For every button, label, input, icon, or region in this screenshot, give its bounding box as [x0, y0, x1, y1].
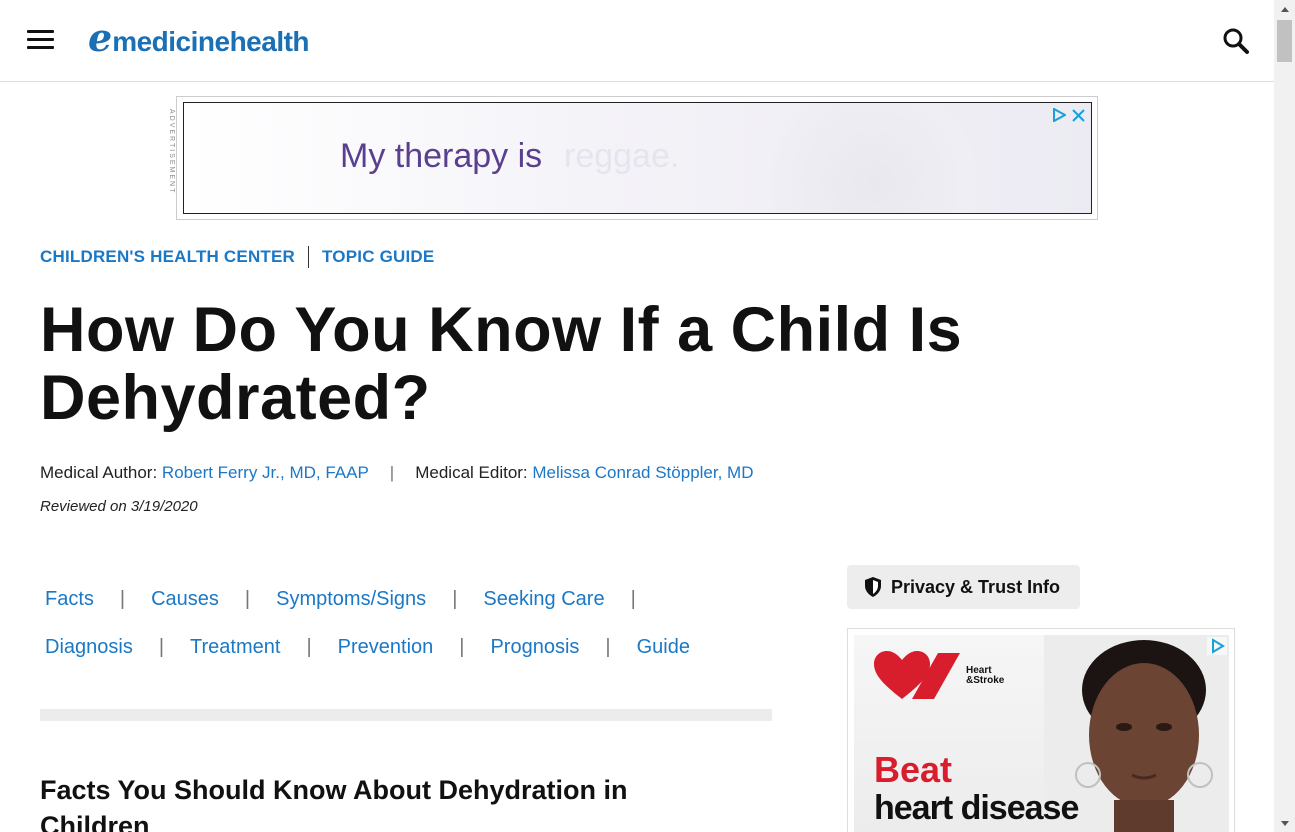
menu-icon[interactable] — [27, 30, 54, 50]
section-heading: Facts You Should Know About Dehydration … — [40, 775, 628, 832]
toc-causes[interactable]: Causes — [151, 588, 219, 611]
breadcrumb-divider — [308, 246, 310, 268]
reviewed-date: Reviewed on 3/19/2020 — [40, 498, 198, 515]
ad-choices-icon[interactable] — [1052, 108, 1066, 122]
author-label: Medical Author: — [40, 463, 158, 482]
search-icon[interactable] — [1222, 27, 1252, 57]
breadcrumb-guide-link[interactable]: TOPIC GUIDE — [322, 247, 434, 267]
toc-separator: | — [459, 636, 465, 658]
toc-prognosis[interactable]: Prognosis — [490, 636, 579, 659]
toc-prevention[interactable]: Prevention — [338, 636, 434, 659]
author-link[interactable]: Robert Ferry Jr., MD, FAAP — [162, 463, 369, 483]
privacy-trust-button[interactable]: Privacy & Trust Info — [847, 565, 1080, 609]
side-ad-creative[interactable]: Heart &Stroke Beat heart disease — [854, 635, 1229, 832]
brand-line-2: &Stroke — [966, 675, 1005, 686]
toc-separator: | — [605, 636, 611, 658]
heart-logo-icon — [874, 651, 960, 699]
side-ad[interactable]: Heart &Stroke Beat heart disease — [847, 628, 1235, 832]
byline-separator: | — [389, 463, 395, 482]
toc-guide[interactable]: Guide — [637, 636, 690, 659]
toc-separator: | — [630, 588, 636, 610]
shield-icon — [865, 577, 881, 597]
toc-separator: | — [244, 588, 251, 610]
top-ad-banner[interactable]: ADVERTISEMENT My therapy is reggae. — [168, 96, 1098, 220]
toc-row-1: Facts | Causes | Symptoms/Signs | Seekin… — [45, 588, 805, 611]
logo-e: e — [88, 15, 113, 60]
scroll-thumb[interactable] — [1277, 20, 1292, 62]
heart-stroke-logo: Heart &Stroke — [874, 651, 1004, 701]
site-logo[interactable]: e medicine health — [88, 15, 310, 60]
toc-symptoms[interactable]: Symptoms/Signs — [276, 588, 426, 611]
site-header: e medicine health — [0, 0, 1274, 82]
content-divider — [40, 709, 772, 721]
logo-medicine: medicine — [112, 26, 230, 57]
toc-seeking-care[interactable]: Seeking Care — [483, 588, 604, 611]
ad-creative[interactable]: My therapy is reggae. — [183, 102, 1092, 214]
ad-decoration — [764, 103, 984, 213]
ad-text: My therapy is — [340, 137, 543, 175]
ad-label: ADVERTISEMENT — [168, 109, 175, 195]
toc-separator: | — [119, 588, 126, 610]
page-scrollbar[interactable] — [1274, 0, 1295, 832]
toc-facts[interactable]: Facts — [45, 588, 94, 611]
breadcrumb-section-link[interactable]: CHILDREN'S HEALTH CENTER — [40, 247, 295, 267]
privacy-label: Privacy & Trust Info — [891, 576, 1061, 597]
page-title: How Do You Know If a Child Is Dehydrated… — [40, 295, 963, 433]
scroll-up-icon[interactable] — [1274, 0, 1295, 18]
toc-treatment[interactable]: Treatment — [190, 636, 280, 659]
article-byline: Medical Author: Robert Ferry Jr., MD, FA… — [40, 463, 753, 483]
ad-choices[interactable] — [1052, 108, 1085, 122]
toc-diagnosis[interactable]: Diagnosis — [45, 636, 133, 659]
toc-separator: | — [306, 636, 312, 658]
toc-separator: | — [452, 588, 458, 610]
breadcrumb: CHILDREN'S HEALTH CENTER TOPIC GUIDE — [40, 246, 434, 268]
ad-headline-beat: Beat — [874, 749, 953, 790]
toc-separator: | — [158, 636, 165, 658]
close-icon[interactable] — [1072, 108, 1085, 122]
ad-text-faded: reggae. — [564, 137, 680, 175]
ad-headline-heart-disease: heart disease — [874, 789, 1079, 827]
editor-label: Medical Editor: — [415, 463, 528, 482]
ad-choices-icon[interactable] — [1207, 637, 1227, 660]
toc-row-2: Diagnosis | Treatment | Prevention | Pro… — [45, 636, 805, 659]
scroll-down-icon[interactable] — [1274, 814, 1295, 832]
editor-link[interactable]: Melissa Conrad Stöppler, MD — [532, 463, 753, 483]
logo-health: health — [229, 26, 310, 57]
